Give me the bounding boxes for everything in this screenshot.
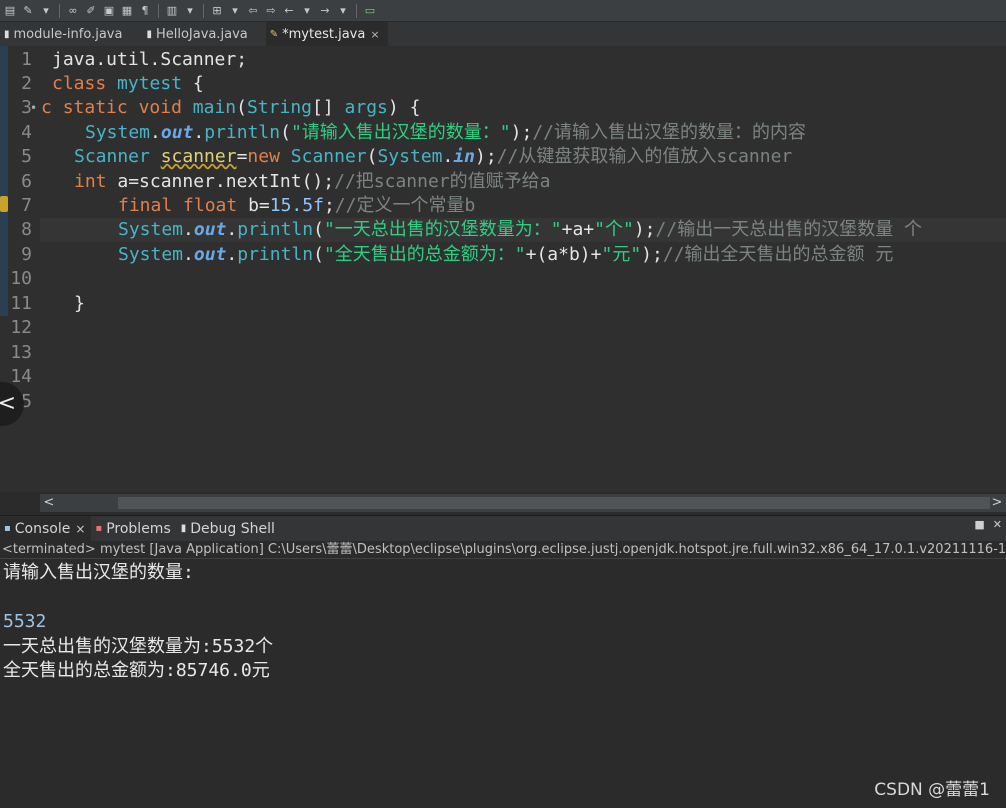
toolbar-separator [59,3,60,18]
minimize-icon[interactable]: ■ [974,518,984,531]
forward-icon[interactable]: ⇨ [263,3,279,19]
problems-icon: ▪ [95,523,103,534]
block-icon[interactable]: ▦ [119,3,135,19]
code-line-2: class mytest { [52,73,204,94]
watermark: CSDN @蕾蕾1 [874,780,990,800]
fold-marker-icon[interactable]: • [30,96,37,120]
line-number: 12 [10,317,32,338]
tab-mytest[interactable]: ✎ *mytest.java × [265,22,388,46]
editor-horizontal-scrollbar[interactable]: < > [40,494,1006,512]
line-number: 13 [10,342,32,363]
line-number: 7 [21,195,32,216]
line-number: 8 [21,219,32,240]
code-line-5: Scanner scanner=new Scanner(System.in);/… [74,146,793,167]
back-icon[interactable]: ⇦ [245,3,261,19]
line-number: 1 [21,49,32,70]
console-icon: ▪ [4,523,11,534]
tab-debug-shell[interactable]: ▮ Debug Shell [177,516,281,542]
code-line-3: c static void main(String[] args) { [41,97,421,118]
tab-console[interactable]: ▪ Console × [0,515,92,542]
link-icon[interactable]: ∞ [65,3,81,19]
console-panel-tabs: ▪ Console × ▪ Problems ▮ Debug Shell [0,515,1006,542]
edit-icon[interactable]: ✎ [20,3,36,19]
java-file-icon: ▮ [146,28,152,40]
open-icon[interactable]: ▤ [2,3,18,19]
close-all-icon[interactable]: ✕ [993,518,1002,531]
scroll-right-icon[interactable]: > [988,494,1006,512]
console-line: 请输入售出汉堡的数量: [3,562,194,583]
tab-problems[interactable]: ▪ Problems [91,516,176,542]
line-number: 11 [10,293,32,314]
tab-label: Console [14,520,71,537]
pencil-icon[interactable]: ✐ [83,3,99,19]
debug-shell-icon: ▮ [180,523,187,534]
line-number: 4 [21,122,32,143]
dropdown-icon[interactable]: ▾ [335,3,351,19]
console-launch-status: <terminated> mytest [Java Application] C… [0,541,1006,559]
code-line-6: int a=scanner.nextInt();//把scanner的值赋予给a [74,171,551,192]
tab-hellojava[interactable]: ▮ HelloJava.java [142,22,255,46]
code-line-7: final float b=15.5f;//定义一个常量b [118,195,476,216]
java-file-edited-icon: ✎ [269,28,279,40]
console-line: 全天售出的总金额为:85746.0元 [3,660,270,681]
dropdown-icon[interactable]: ▾ [182,3,198,19]
tab-label: *mytest.java [282,26,366,42]
line-number: 10 [10,268,32,289]
line-number: 5 [21,146,32,167]
scrollbar-thumb[interactable] [118,497,990,509]
line-number: 3 [21,97,32,118]
java-file-icon: ▮ [4,28,10,40]
tab-label: HelloJava.java [155,26,248,42]
toolbar-separator [158,3,159,18]
line-number: 2 [21,73,32,94]
console-output[interactable]: 请输入售出汉堡的数量: 5532 一天总出售的汉堡数量为:5532个 全天售出的… [0,560,1006,808]
line-number: 6 [21,171,32,192]
close-icon[interactable]: × [75,522,85,536]
terminal-icon[interactable]: ▭ [362,3,378,19]
line-number: 9 [21,244,32,265]
code-line-1: java.util.Scanner; [52,49,248,70]
tab-module-info[interactable]: ▮ module-info.java [0,22,130,46]
right-arrow-icon[interactable]: → [317,3,333,19]
tab-label: Debug Shell [190,520,275,537]
left-arrow-icon[interactable]: ← [281,3,297,19]
tab-label: Problems [106,520,171,537]
code-line-8: System.out.println("一天总出售的汉堡数量为："+a+"个")… [118,219,923,240]
tab-label: module-info.java [13,26,123,42]
console-line: 一天总出售的汉堡数量为:5532个 [3,636,274,657]
code-line-4: System.out.println("请输入售出汉堡的数量：");//请输入售… [85,122,806,143]
toolbar-separator [356,3,357,18]
dropdown-icon[interactable]: ▾ [38,3,54,19]
doc-icon[interactable]: ▣ [101,3,117,19]
paragraph-icon[interactable]: ¶ [137,3,153,19]
code-line-9: System.out.println("全天售出的总金额为："+(a*b)+"元… [118,244,894,265]
next-annotation-icon[interactable]: ⊞ [209,3,225,19]
close-icon[interactable]: × [370,28,379,41]
annotation-icon[interactable]: ▥ [164,3,180,19]
code-line-11: } [74,293,85,314]
editor-tab-bar: ▮ module-info.java ▮ HelloJava.java ✎ *m… [0,22,1006,46]
console-input-line: 5532 [3,611,47,632]
dropdown-icon[interactable]: ▾ [299,3,315,19]
toolbar-separator [203,3,204,18]
dropdown-icon[interactable]: ▾ [227,3,243,19]
scroll-left-icon[interactable]: < [40,494,58,512]
panel-controls: ■ ✕ [974,518,1002,531]
main-toolbar: ▤ ✎ ▾ ∞ ✐ ▣ ▦ ¶ ▥ ▾ ⊞ ▾ ⇦ ⇨ ← ▾ → ▾ ▭ [0,0,1006,22]
code-editor[interactable]: 1 2 3 • 4 5 6 7 8 9 10 11 12 13 14 15 ja… [0,46,1006,492]
